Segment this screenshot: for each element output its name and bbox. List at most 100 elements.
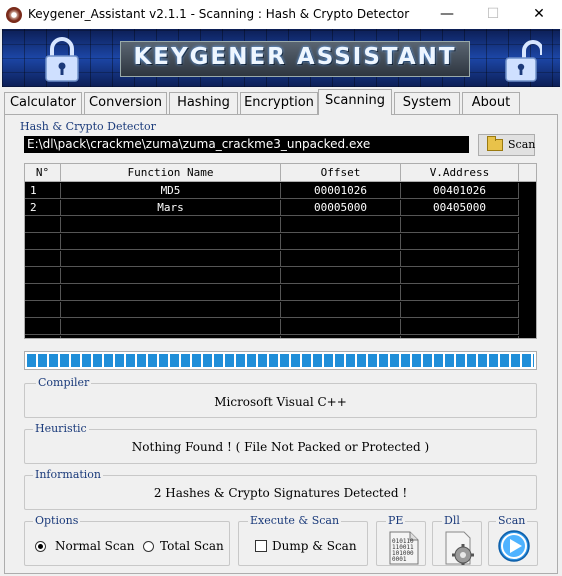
table-cell-empty xyxy=(401,302,519,318)
table-row-empty xyxy=(25,336,536,338)
binary-file-icon[interactable]: 010110 110011 101000 0001 xyxy=(389,531,419,565)
table-row[interactable]: 1 MD5 00001026 00401026 xyxy=(25,183,536,199)
table-cell-empty xyxy=(281,251,401,267)
table-cell-empty xyxy=(401,336,519,338)
tab-encryption[interactable]: Encryption xyxy=(240,92,318,114)
dll-gear-icon[interactable] xyxy=(443,531,475,565)
table-row-empty xyxy=(25,251,536,267)
pe-label: PE xyxy=(386,514,406,527)
table-cell-empty xyxy=(25,302,61,318)
compiler-label: Compiler xyxy=(36,376,92,389)
table-header: N° Function Name Offset V.Address xyxy=(25,164,536,182)
table-cell-empty xyxy=(401,285,519,301)
information-value: 2 Hashes & Crypto Signatures Detected ! xyxy=(153,486,408,500)
scan-button[interactable]: Scan xyxy=(478,134,535,156)
scan-button-label: Scan xyxy=(508,138,536,151)
cell-function-name: Mars xyxy=(61,200,281,216)
total-scan-radio[interactable] xyxy=(143,541,154,552)
dump-scan-checkbox[interactable] xyxy=(255,540,267,552)
table-cell-empty xyxy=(61,217,281,233)
cell-number: 1 xyxy=(25,183,61,199)
table-cell-empty xyxy=(61,251,281,267)
tab-calculator[interactable]: Calculator xyxy=(4,92,82,114)
cell-vaddress: 00405000 xyxy=(401,200,519,216)
progress-fill xyxy=(27,354,534,367)
heuristic-group: Heuristic Nothing Found ! ( File Not Pac… xyxy=(24,422,537,464)
normal-scan-radio[interactable] xyxy=(35,541,46,552)
table-cell-empty xyxy=(281,302,401,318)
table-cell-empty xyxy=(401,268,519,284)
table-row-empty xyxy=(25,319,536,335)
table-cell-empty xyxy=(61,285,281,301)
table-cell-empty xyxy=(25,285,61,301)
table-cell-empty xyxy=(401,319,519,335)
table-cell-empty xyxy=(401,217,519,233)
file-path-field[interactable]: E:\dl\pack\crackme\zuma\zuma_crackme3_un… xyxy=(24,136,469,153)
table-row-empty xyxy=(25,302,536,318)
scan-action-label: Scan xyxy=(496,514,528,527)
information-group: Information 2 Hashes & Crypto Signatures… xyxy=(24,468,537,510)
table-cell-empty xyxy=(25,217,61,233)
column-header-vaddress[interactable]: V.Address xyxy=(401,164,519,182)
padlock-open-icon xyxy=(505,40,542,82)
column-header-function-name[interactable]: Function Name xyxy=(61,164,281,182)
table-cell-empty xyxy=(281,336,401,338)
maximize-button[interactable]: ☐ xyxy=(470,0,516,30)
column-header-offset[interactable]: Offset xyxy=(281,164,401,182)
cell-offset: 00001026 xyxy=(281,183,401,199)
cell-number: 2 xyxy=(25,200,61,216)
detector-group-label: Hash & Crypto Detector xyxy=(18,120,158,133)
tab-about[interactable]: About xyxy=(462,92,520,114)
dump-scan-label[interactable]: Dump & Scan xyxy=(272,539,357,553)
tab-bar: Calculator Conversion Hashing Encryption… xyxy=(0,89,562,115)
svg-text:0001: 0001 xyxy=(392,556,407,563)
table-row-empty xyxy=(25,234,536,250)
table-row-empty xyxy=(25,217,536,233)
column-header-number[interactable]: N° xyxy=(25,164,61,182)
scan-progress-bar xyxy=(24,351,537,370)
tab-scanning[interactable]: Scanning xyxy=(318,89,392,115)
options-label: Options xyxy=(33,514,81,527)
close-button[interactable]: ✕ xyxy=(516,0,562,30)
table-cell-empty xyxy=(281,319,401,335)
title-bar: Keygener_Assistant v2.1.1 - Scanning : H… xyxy=(0,0,562,30)
execute-scan-label: Execute & Scan xyxy=(248,514,342,527)
options-group: Options Normal Scan Total Scan xyxy=(24,514,230,566)
dll-group: Dll xyxy=(432,514,482,566)
padlock-closed-icon xyxy=(45,37,79,82)
table-row-empty xyxy=(25,285,536,301)
table-cell-empty xyxy=(25,234,61,250)
table-cell-empty xyxy=(25,336,61,338)
normal-scan-label[interactable]: Normal Scan xyxy=(55,539,134,553)
table-cell-empty xyxy=(61,234,281,250)
folder-open-icon xyxy=(487,136,503,151)
table-cell-empty xyxy=(61,302,281,318)
information-label: Information xyxy=(33,468,104,481)
window-title: Keygener_Assistant v2.1.1 - Scanning : H… xyxy=(28,7,410,21)
tab-conversion[interactable]: Conversion xyxy=(84,92,167,114)
pe-group: PE 010110 110011 101000 0001 xyxy=(376,514,426,566)
total-scan-label[interactable]: Total Scan xyxy=(160,539,224,553)
app-icon xyxy=(6,7,22,23)
results-table[interactable]: N° Function Name Offset V.Address 1 MD5 … xyxy=(24,163,537,339)
cell-offset: 00005000 xyxy=(281,200,401,216)
table-cell-empty xyxy=(25,251,61,267)
play-icon[interactable] xyxy=(498,530,530,562)
heuristic-value: Nothing Found ! ( File Not Packed or Pro… xyxy=(131,440,430,454)
table-cell-empty xyxy=(25,268,61,284)
table-cell-empty xyxy=(281,285,401,301)
minimize-button[interactable]: — xyxy=(424,0,470,30)
table-cell-empty xyxy=(281,234,401,250)
dll-label: Dll xyxy=(442,514,462,527)
tab-system[interactable]: System xyxy=(394,92,460,114)
table-row[interactable]: 2 Mars 00005000 00405000 xyxy=(25,200,536,216)
table-row-empty xyxy=(25,268,536,284)
tab-hashing[interactable]: Hashing xyxy=(169,92,238,114)
cell-function-name: MD5 xyxy=(61,183,281,199)
table-cell-empty xyxy=(61,268,281,284)
banner: KEYGENER ASSISTANT xyxy=(2,29,560,87)
compiler-group: Compiler Microsoft Visual C++ xyxy=(24,376,537,418)
compiler-value: Microsoft Visual C++ xyxy=(214,395,347,409)
scan-action-group: Scan xyxy=(488,514,538,566)
table-cell-empty xyxy=(61,319,281,335)
